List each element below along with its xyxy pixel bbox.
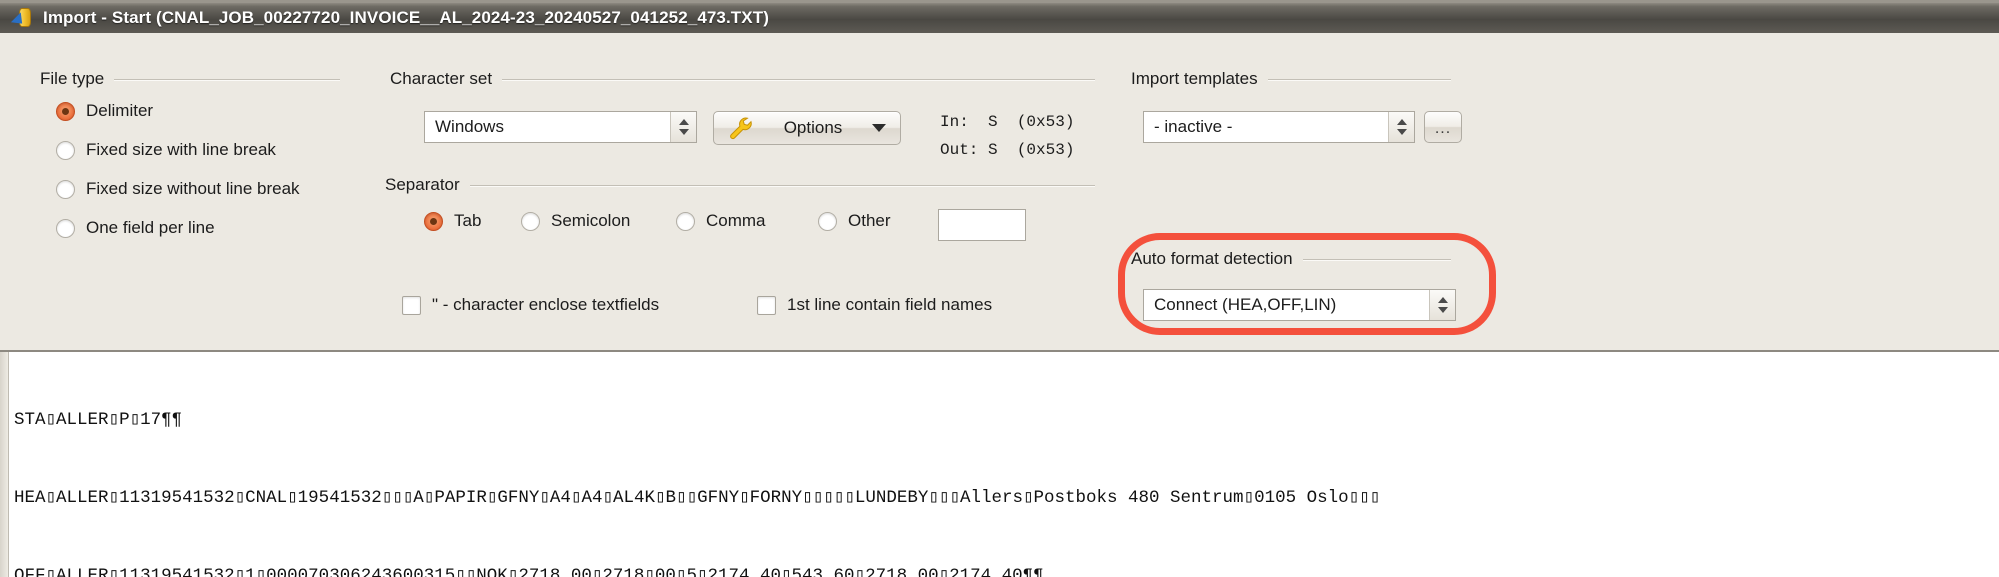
chevron-down-icon [1437, 307, 1448, 313]
preview-text: STA▯ALLER▯P▯17¶¶ HEA▯ALLER▯11319541532▯C… [14, 355, 1999, 577]
radio-separator-comma[interactable]: Comma [676, 211, 766, 231]
wrench-icon [728, 115, 754, 141]
checkbox-first-line-field-names[interactable]: 1st line contain field names [757, 295, 992, 315]
caret-down-icon[interactable] [872, 124, 886, 132]
chevron-up-icon [1396, 119, 1407, 125]
options-button-label: Options [783, 118, 843, 137]
radio-semicolon-label: Semicolon [551, 211, 631, 230]
checkbox-first-line-label: 1st line contain field names [787, 295, 993, 314]
radio-fixed-with-break-label: Fixed size with line break [86, 140, 276, 159]
radio-other-indicator[interactable] [818, 211, 837, 231]
import-database-icon [10, 7, 34, 29]
preview-line: HEA▯ALLER▯11319541532▯CNAL▯19541532▯▯▯A▯… [14, 488, 1381, 508]
import-templates-group-header: Import templates [1131, 69, 1451, 89]
auto-format-detection-value: Connect (HEA,OFF,LIN) [1154, 295, 1337, 314]
radio-comma-label: Comma [706, 211, 766, 230]
file-type-group-header: File type [40, 69, 340, 89]
file-type-rule [114, 78, 340, 80]
auto-format-detection-group-header: Auto format detection [1131, 249, 1451, 269]
separator-group-header: Separator [385, 175, 1095, 195]
auto-format-detection-spinner[interactable] [1429, 290, 1455, 320]
radio-separator-tab[interactable]: Tab [424, 211, 481, 231]
auto-format-detection-rule [1302, 258, 1451, 260]
radio-tab-label: Tab [454, 211, 482, 230]
import-templates-rule [1267, 78, 1451, 80]
import-template-value: - inactive - [1154, 117, 1233, 136]
dialog-body: File type Delimiter Fixed size with line… [0, 33, 1999, 577]
import-template-spinner[interactable] [1388, 112, 1414, 142]
auto-format-detection-combo[interactable]: Connect (HEA,OFF,LIN) [1143, 289, 1456, 321]
checkbox-quote-enclose-textfields[interactable]: " - character enclose textfields [402, 295, 659, 315]
character-set-group-header: Character set [390, 69, 1095, 89]
separator-legend: Separator [385, 175, 460, 194]
radio-separator-semicolon[interactable]: Semicolon [521, 211, 630, 231]
preview-line: OFF▯ALLER▯11319541532▯1▯0000703062436003… [14, 566, 1044, 577]
file-type-legend: File type [40, 69, 105, 88]
radio-other-label: Other [848, 211, 891, 230]
options-button[interactable]: Options [713, 111, 901, 145]
separator-rule [469, 184, 1095, 186]
character-set-legend: Character set [390, 69, 493, 88]
radio-separator-other[interactable]: Other [818, 211, 891, 231]
preview-line: STA▯ALLER▯P▯17¶¶ [14, 410, 183, 430]
radio-one-field-per-line-label: One field per line [86, 218, 215, 237]
import-start-window: Import - Start (CNAL_JOB_00227720_INVOIC… [0, 0, 1999, 577]
preview-vertical-scrollbar[interactable] [0, 352, 9, 577]
radio-delimiter-label: Delimiter [86, 101, 154, 120]
character-set-rule [502, 78, 1095, 80]
radio-semicolon-indicator[interactable] [521, 211, 540, 231]
chevron-down-icon [1396, 129, 1407, 135]
checkbox-quote-enclose-indicator[interactable] [402, 295, 421, 315]
file-preview-pane[interactable]: STA▯ALLER▯P▯17¶¶ HEA▯ALLER▯11319541532▯C… [0, 350, 1999, 577]
chevron-up-icon [678, 119, 689, 125]
radio-file-type-delimiter[interactable]: Delimiter [56, 101, 153, 121]
window-title: Import - Start (CNAL_JOB_00227720_INVOIC… [43, 8, 769, 27]
radio-tab-indicator[interactable] [424, 211, 443, 231]
radio-fixed-with-break-indicator[interactable] [56, 140, 75, 160]
radio-comma-indicator[interactable] [676, 211, 695, 231]
character-set-combo[interactable]: Windows [424, 111, 697, 143]
radio-fixed-without-break-indicator[interactable] [56, 179, 75, 199]
radio-file-type-fixed-with-break[interactable]: Fixed size with line break [56, 140, 276, 160]
import-templates-legend: Import templates [1131, 69, 1258, 88]
radio-file-type-fixed-without-break[interactable]: Fixed size without line break [56, 179, 300, 199]
checkbox-quote-enclose-label: " - character enclose textfields [432, 295, 660, 314]
chevron-up-icon [1437, 297, 1448, 303]
charset-in-info: In: S (0x53) [940, 113, 1075, 131]
import-template-combo[interactable]: - inactive - [1143, 111, 1415, 143]
checkbox-first-line-indicator[interactable] [757, 295, 776, 315]
import-template-browse-button[interactable]: ... [1424, 111, 1462, 143]
radio-one-field-per-line-indicator[interactable] [56, 218, 75, 238]
separator-other-input[interactable] [938, 209, 1026, 241]
character-set-spinner[interactable] [670, 112, 696, 142]
radio-delimiter-indicator[interactable] [56, 101, 75, 121]
radio-file-type-one-field-per-line[interactable]: One field per line [56, 218, 215, 238]
charset-out-info: Out: S (0x53) [940, 141, 1075, 159]
title-bar: Import - Start (CNAL_JOB_00227720_INVOIC… [0, 0, 1999, 33]
chevron-down-icon [678, 129, 689, 135]
auto-format-detection-legend: Auto format detection [1131, 249, 1293, 268]
radio-fixed-without-break-label: Fixed size without line break [86, 179, 300, 198]
character-set-value: Windows [435, 117, 504, 136]
